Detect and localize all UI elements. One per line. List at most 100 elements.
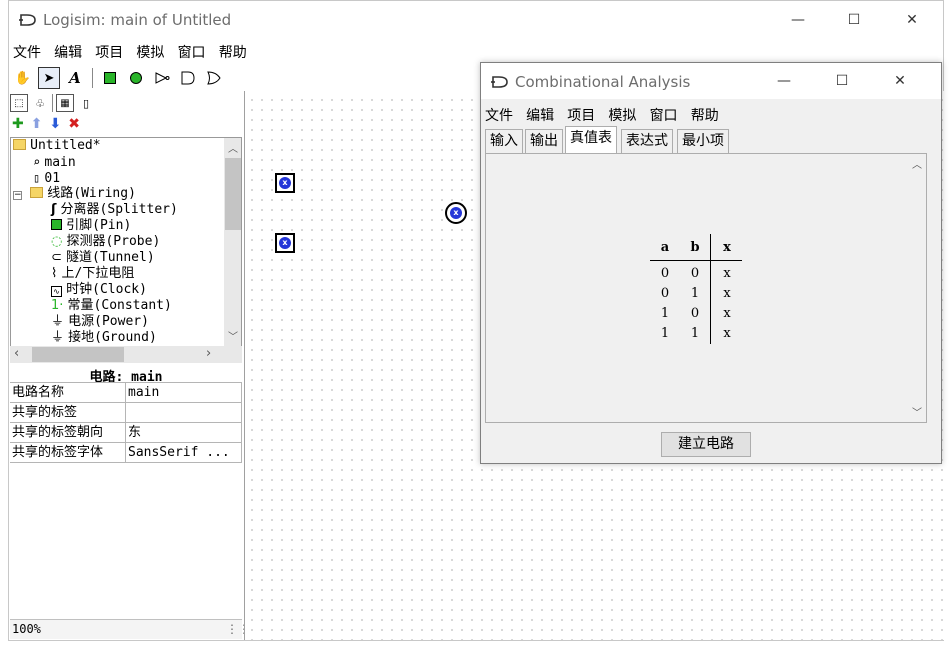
menu-edit[interactable]: 编辑: [526, 108, 554, 124]
delete-circuit-icon[interactable]: ✖: [68, 116, 80, 132]
truth-table-cell[interactable]: 1: [650, 326, 680, 341]
and-gate-tool[interactable]: [177, 67, 199, 89]
output-pin-tool[interactable]: [125, 67, 147, 89]
tree-item-ground[interactable]: ⏚ 接地(Ground): [51, 330, 157, 346]
menu-help[interactable]: 帮助: [691, 108, 719, 124]
menu-help[interactable]: 帮助: [219, 45, 247, 61]
scroll-down-icon[interactable]: ﹀: [228, 328, 238, 343]
attribute-row[interactable]: 共享的标签朝向 东: [10, 423, 242, 443]
tree-item-project[interactable]: Untitled*: [13, 138, 101, 154]
scroll-down-icon[interactable]: ﹀: [912, 404, 922, 419]
move-up-icon[interactable]: ⬆: [31, 116, 43, 132]
tree-item-main[interactable]: ⌕ main: [33, 154, 76, 170]
menu-simulate[interactable]: 模拟: [136, 45, 164, 61]
tab-minimized[interactable]: 最小项: [677, 129, 729, 153]
tree-item-probe[interactable]: ◌ 探测器(Probe): [51, 234, 160, 250]
resistor-icon: ⌇: [51, 266, 58, 281]
tree-horizontal-scrollbar[interactable]: ‹ ›: [10, 346, 242, 363]
not-gate-tool[interactable]: [151, 67, 173, 89]
tab-truth-table[interactable]: 真值表: [565, 126, 617, 153]
truth-table-column-rule: [710, 234, 711, 344]
tree-item-01[interactable]: ▯ 01: [33, 170, 60, 186]
tree-item-wiring[interactable]: − 线路(Wiring): [13, 186, 136, 202]
truth-table-vertical-scrollbar[interactable]: ︿ ﹀: [908, 154, 926, 422]
attribute-value[interactable]: SansSerif ...: [126, 443, 240, 463]
input-pin-a[interactable]: x: [275, 173, 295, 193]
menu-project[interactable]: 项目: [95, 45, 123, 61]
menu-file[interactable]: 文件: [13, 45, 41, 61]
minimize-button[interactable]: —: [775, 5, 821, 35]
attribute-row[interactable]: 电路名称 main: [10, 383, 242, 403]
attribute-row[interactable]: 共享的标签字体 SansSerif ...: [10, 443, 242, 463]
menu-window[interactable]: 窗口: [650, 108, 678, 124]
truth-table-cell[interactable]: 1: [650, 306, 680, 321]
input-pin-b[interactable]: x: [275, 233, 295, 253]
tab-outputs[interactable]: 输出: [525, 129, 563, 153]
logisim-logo-icon: [491, 73, 511, 95]
dialog-title: Combinational Analysis: [515, 73, 691, 91]
collapse-icon[interactable]: −: [13, 191, 22, 200]
truth-table-cell[interactable]: 0: [680, 306, 710, 321]
edit-appearance-button[interactable]: ♧: [31, 94, 49, 112]
output-pin-x[interactable]: x: [445, 202, 467, 224]
truth-table-cell[interactable]: x: [712, 306, 742, 321]
truth-table-cell[interactable]: x: [712, 326, 742, 341]
truth-table-cell[interactable]: 0: [680, 266, 710, 281]
tree-item-constant[interactable]: 1· 常量(Constant): [51, 298, 172, 314]
dialog-minimize-button[interactable]: —: [761, 66, 807, 96]
dialog-maximize-button[interactable]: ☐: [819, 66, 865, 96]
menu-project[interactable]: 项目: [567, 108, 595, 124]
close-icon: ✕: [906, 12, 918, 28]
menu-window[interactable]: 窗口: [178, 45, 206, 61]
truth-table-cell[interactable]: 1: [680, 326, 710, 341]
scroll-right-icon[interactable]: ›: [206, 346, 211, 361]
tree-item-resistor[interactable]: ⌇ 上/下拉电阻: [51, 266, 134, 282]
truth-table-cell[interactable]: x: [712, 266, 742, 281]
tree-item-splitter[interactable]: ʃ 分离器(Splitter): [51, 202, 178, 218]
attribute-value[interactable]: main: [126, 383, 240, 403]
tree-item-tunnel[interactable]: ⊂ 隧道(Tunnel): [51, 250, 155, 266]
maximize-button[interactable]: ☐: [831, 5, 877, 35]
tree-vertical-scrollbar[interactable]: ︿ ﹀: [224, 138, 241, 346]
toolbar-divider: [92, 68, 93, 88]
poke-tool[interactable]: ✋: [12, 67, 34, 89]
truth-table-cell[interactable]: 0: [650, 286, 680, 301]
truth-table-cell[interactable]: x: [712, 286, 742, 301]
close-button[interactable]: ✕: [889, 5, 935, 35]
build-circuit-button[interactable]: 建立电路: [661, 432, 751, 457]
tunnel-icon: ⊂: [51, 250, 62, 265]
attribute-value[interactable]: [126, 403, 240, 423]
horizontal-scroll-thumb[interactable]: [32, 347, 124, 362]
attribute-row[interactable]: 共享的标签: [10, 403, 242, 423]
add-circuit-icon[interactable]: ✚: [12, 116, 24, 132]
tree-item-pin[interactable]: 引脚(Pin): [51, 218, 131, 234]
menu-edit[interactable]: 编辑: [54, 45, 82, 61]
zoom-level[interactable]: 100%: [12, 622, 41, 636]
scroll-left-icon[interactable]: ‹: [14, 346, 19, 361]
tab-expression[interactable]: 表达式: [621, 129, 673, 153]
folder-icon: [30, 187, 44, 198]
text-tool[interactable]: A: [64, 67, 86, 89]
tab-inputs[interactable]: 输入: [485, 129, 523, 153]
truth-table-cell[interactable]: 1: [680, 286, 710, 301]
dialog-close-button[interactable]: ✕: [877, 66, 923, 96]
menu-simulate[interactable]: 模拟: [608, 108, 636, 124]
tree-item-clock[interactable]: ∿ 时钟(Clock): [51, 282, 147, 298]
input-pin-tool[interactable]: [99, 67, 121, 89]
subcircuit-button[interactable]: ▦: [56, 94, 74, 112]
clock-icon: ∿: [51, 286, 62, 297]
truth-table-cell[interactable]: 0: [650, 266, 680, 281]
menu-file[interactable]: 文件: [485, 108, 513, 124]
scroll-thumb[interactable]: [225, 158, 241, 230]
attribute-value[interactable]: 东: [126, 423, 240, 443]
edit-layout-button[interactable]: ⬚: [10, 94, 28, 112]
move-down-icon[interactable]: ⬇: [49, 116, 61, 132]
scroll-up-icon[interactable]: ︿: [912, 156, 922, 171]
circuit-stats-button[interactable]: ▯: [77, 94, 95, 112]
select-tool[interactable]: ➤: [38, 67, 60, 89]
or-gate-tool[interactable]: [203, 67, 225, 89]
truth-table-header-a: a: [660, 240, 670, 255]
minimize-icon: —: [791, 12, 805, 28]
tree-item-power[interactable]: ⏚ 电源(Power): [51, 314, 149, 330]
scroll-up-icon[interactable]: ︿: [228, 140, 238, 155]
